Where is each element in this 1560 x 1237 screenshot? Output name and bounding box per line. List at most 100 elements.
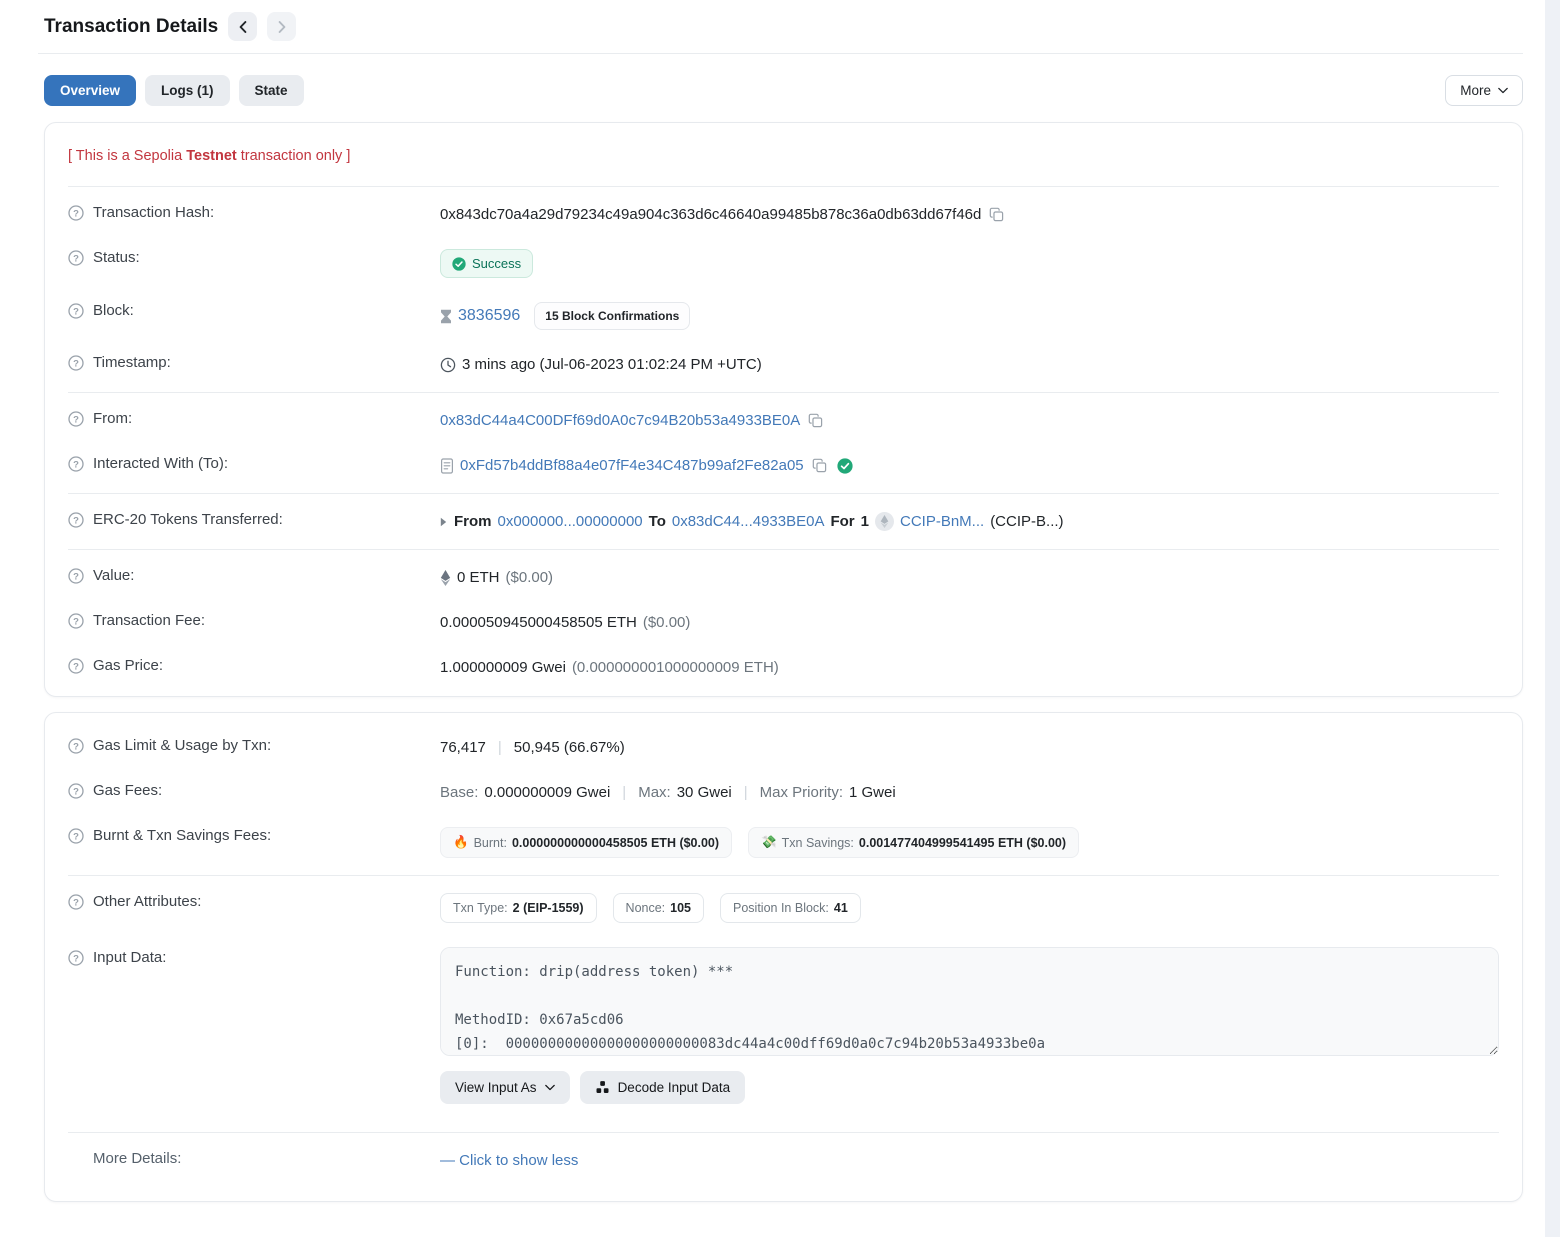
help-icon[interactable] xyxy=(68,738,84,754)
position-in-block-badge: Position In Block: 41 xyxy=(720,893,861,923)
copy-hash-button[interactable] xyxy=(987,205,1006,224)
gas-price-label: Gas Price: xyxy=(93,657,163,674)
tab-logs[interactable]: Logs (1) xyxy=(145,75,230,106)
gas-price-gwei: 1.000000009 Gwei xyxy=(440,659,566,676)
help-icon[interactable] xyxy=(68,512,84,528)
help-icon[interactable] xyxy=(68,658,84,674)
timestamp-value: 3 mins ago (Jul-06-2023 01:02:24 PM +UTC… xyxy=(462,356,762,373)
decode-input-data-label: Decode Input Data xyxy=(618,1080,731,1095)
tab-state[interactable]: State xyxy=(239,75,304,106)
interacted-with-row: Interacted With (To): 0xFd57b4ddBf88a4e0… xyxy=(68,443,1499,488)
copy-to-address-button[interactable] xyxy=(810,456,829,475)
other-attributes-label: Other Attributes: xyxy=(93,893,201,910)
gas-limit-usage-row: Gas Limit & Usage by Txn: 76,417 | 50,94… xyxy=(68,719,1499,770)
erc20-transferred-label: ERC-20 Tokens Transferred: xyxy=(93,511,283,528)
help-icon[interactable] xyxy=(68,828,84,844)
notice-bold: Testnet xyxy=(186,148,237,164)
position-in-block-label: Position In Block: xyxy=(733,901,829,915)
token-name-link[interactable]: CCIP-BnM... xyxy=(900,513,984,530)
from-address-link[interactable]: 0x83dC44a4C00DFf69d0A0c7c94B20b53a4933BE… xyxy=(440,412,800,429)
fire-icon: 🔥 xyxy=(453,835,469,850)
transaction-hash-label: Transaction Hash: xyxy=(93,204,214,221)
clock-icon xyxy=(440,357,456,373)
help-icon[interactable] xyxy=(68,250,84,266)
tab-bar: Overview Logs (1) State More xyxy=(44,75,1523,106)
page-header: Transaction Details xyxy=(44,8,1523,53)
timestamp-row: Timestamp: 3 mins ago (Jul-06-2023 01:02… xyxy=(68,342,1499,387)
separator: | xyxy=(616,784,632,801)
help-icon[interactable] xyxy=(68,205,84,221)
more-details-row: More Details: — Click to show less xyxy=(68,1138,1499,1195)
chevron-left-icon xyxy=(239,21,247,33)
next-transaction-button[interactable] xyxy=(267,12,296,41)
more-button-label: More xyxy=(1460,83,1491,98)
erc20-from-address-link[interactable]: 0x000000...00000000 xyxy=(498,513,643,530)
help-icon[interactable] xyxy=(68,303,84,319)
help-icon[interactable] xyxy=(68,950,84,966)
erc20-for-label: For xyxy=(830,513,854,530)
help-icon[interactable] xyxy=(68,355,84,371)
status-text: Success xyxy=(472,256,521,271)
copy-from-address-button[interactable] xyxy=(806,411,825,430)
transaction-fee-eth: 0.000050945000458505 ETH xyxy=(440,614,637,631)
block-confirmations-badge: 15 Block Confirmations xyxy=(534,302,690,330)
other-attributes-row: Other Attributes: Txn Type: 2 (EIP-1559)… xyxy=(68,881,1499,935)
position-in-block-value: 41 xyxy=(834,901,848,915)
input-data-label: Input Data: xyxy=(93,949,166,966)
erc20-to-address-link[interactable]: 0x83dC44...4933BE0A xyxy=(672,513,825,530)
help-icon[interactable] xyxy=(68,894,84,910)
tab-overview[interactable]: Overview xyxy=(44,75,136,106)
status-label: Status: xyxy=(93,249,140,266)
erc20-amount: 1 xyxy=(861,513,869,530)
help-icon[interactable] xyxy=(68,783,84,799)
details-card: Gas Limit & Usage by Txn: 76,417 | 50,94… xyxy=(44,712,1523,1202)
gas-limit-usage-label: Gas Limit & Usage by Txn: xyxy=(93,737,271,754)
notice-prefix: [ This is a Sepolia xyxy=(68,148,186,164)
gas-fees-row: Gas Fees: Base: 0.000000009 Gwei | Max: … xyxy=(68,770,1499,815)
value-label: Value: xyxy=(93,567,134,584)
max-fee-label: Max: xyxy=(638,784,671,801)
help-icon[interactable] xyxy=(68,411,84,427)
divider xyxy=(68,549,1499,550)
help-icon[interactable] xyxy=(68,456,84,472)
txn-type-label: Txn Type: xyxy=(453,901,508,915)
eth-icon xyxy=(440,570,451,586)
hourglass-icon xyxy=(440,309,452,324)
txn-type-badge: Txn Type: 2 (EIP-1559) xyxy=(440,893,597,923)
divider xyxy=(68,392,1499,393)
overview-card: [ This is a Sepolia Testnet transaction … xyxy=(44,122,1523,697)
burnt-savings-label: Burnt & Txn Savings Fees: xyxy=(93,827,271,844)
divider xyxy=(68,493,1499,494)
show-less-link[interactable]: — Click to show less xyxy=(440,1152,578,1169)
decode-input-data-button[interactable]: Decode Input Data xyxy=(580,1071,746,1104)
input-data-textarea[interactable]: Function: drip(address token) *** Method… xyxy=(440,947,1499,1056)
timestamp-label: Timestamp: xyxy=(93,354,171,371)
chevron-down-icon xyxy=(1498,87,1508,94)
copy-icon xyxy=(808,413,823,428)
previous-transaction-button[interactable] xyxy=(228,12,257,41)
input-data-buttons: View Input As Decode Input Data xyxy=(440,1071,1499,1104)
help-icon[interactable] xyxy=(68,613,84,629)
status-badge: Success xyxy=(440,249,533,278)
more-dropdown-button[interactable]: More xyxy=(1445,75,1523,106)
max-fee-value: 30 Gwei xyxy=(677,784,732,801)
chevron-down-icon xyxy=(545,1084,555,1091)
token-symbol-paren: (CCIP-B...) xyxy=(990,513,1063,530)
help-icon[interactable] xyxy=(68,568,84,584)
interacted-with-label: Interacted With (To): xyxy=(93,455,228,472)
money-wings-icon: 💸 xyxy=(761,835,777,850)
burnt-label: Burnt: xyxy=(474,836,507,850)
gas-fees-label: Gas Fees: xyxy=(93,782,162,799)
txn-type-value: 2 (EIP-1559) xyxy=(513,901,584,915)
view-input-as-label: View Input As xyxy=(455,1080,537,1095)
nonce-badge: Nonce: 105 xyxy=(613,893,704,923)
txn-savings-label: Txn Savings: xyxy=(782,836,854,850)
block-number-link[interactable]: 3836596 xyxy=(458,307,520,325)
notice-suffix: transaction only ] xyxy=(237,148,351,164)
view-input-as-button[interactable]: View Input As xyxy=(440,1071,570,1104)
erc20-transfers-row: ERC-20 Tokens Transferred: From 0x000000… xyxy=(68,499,1499,544)
page-title: Transaction Details xyxy=(44,16,218,38)
max-priority-fee-label: Max Priority: xyxy=(760,784,843,801)
to-address-link[interactable]: 0xFd57b4ddBf88a4e07fF4e34C487b99af2Fe82a… xyxy=(460,457,804,474)
verified-contract-icon xyxy=(837,458,853,474)
